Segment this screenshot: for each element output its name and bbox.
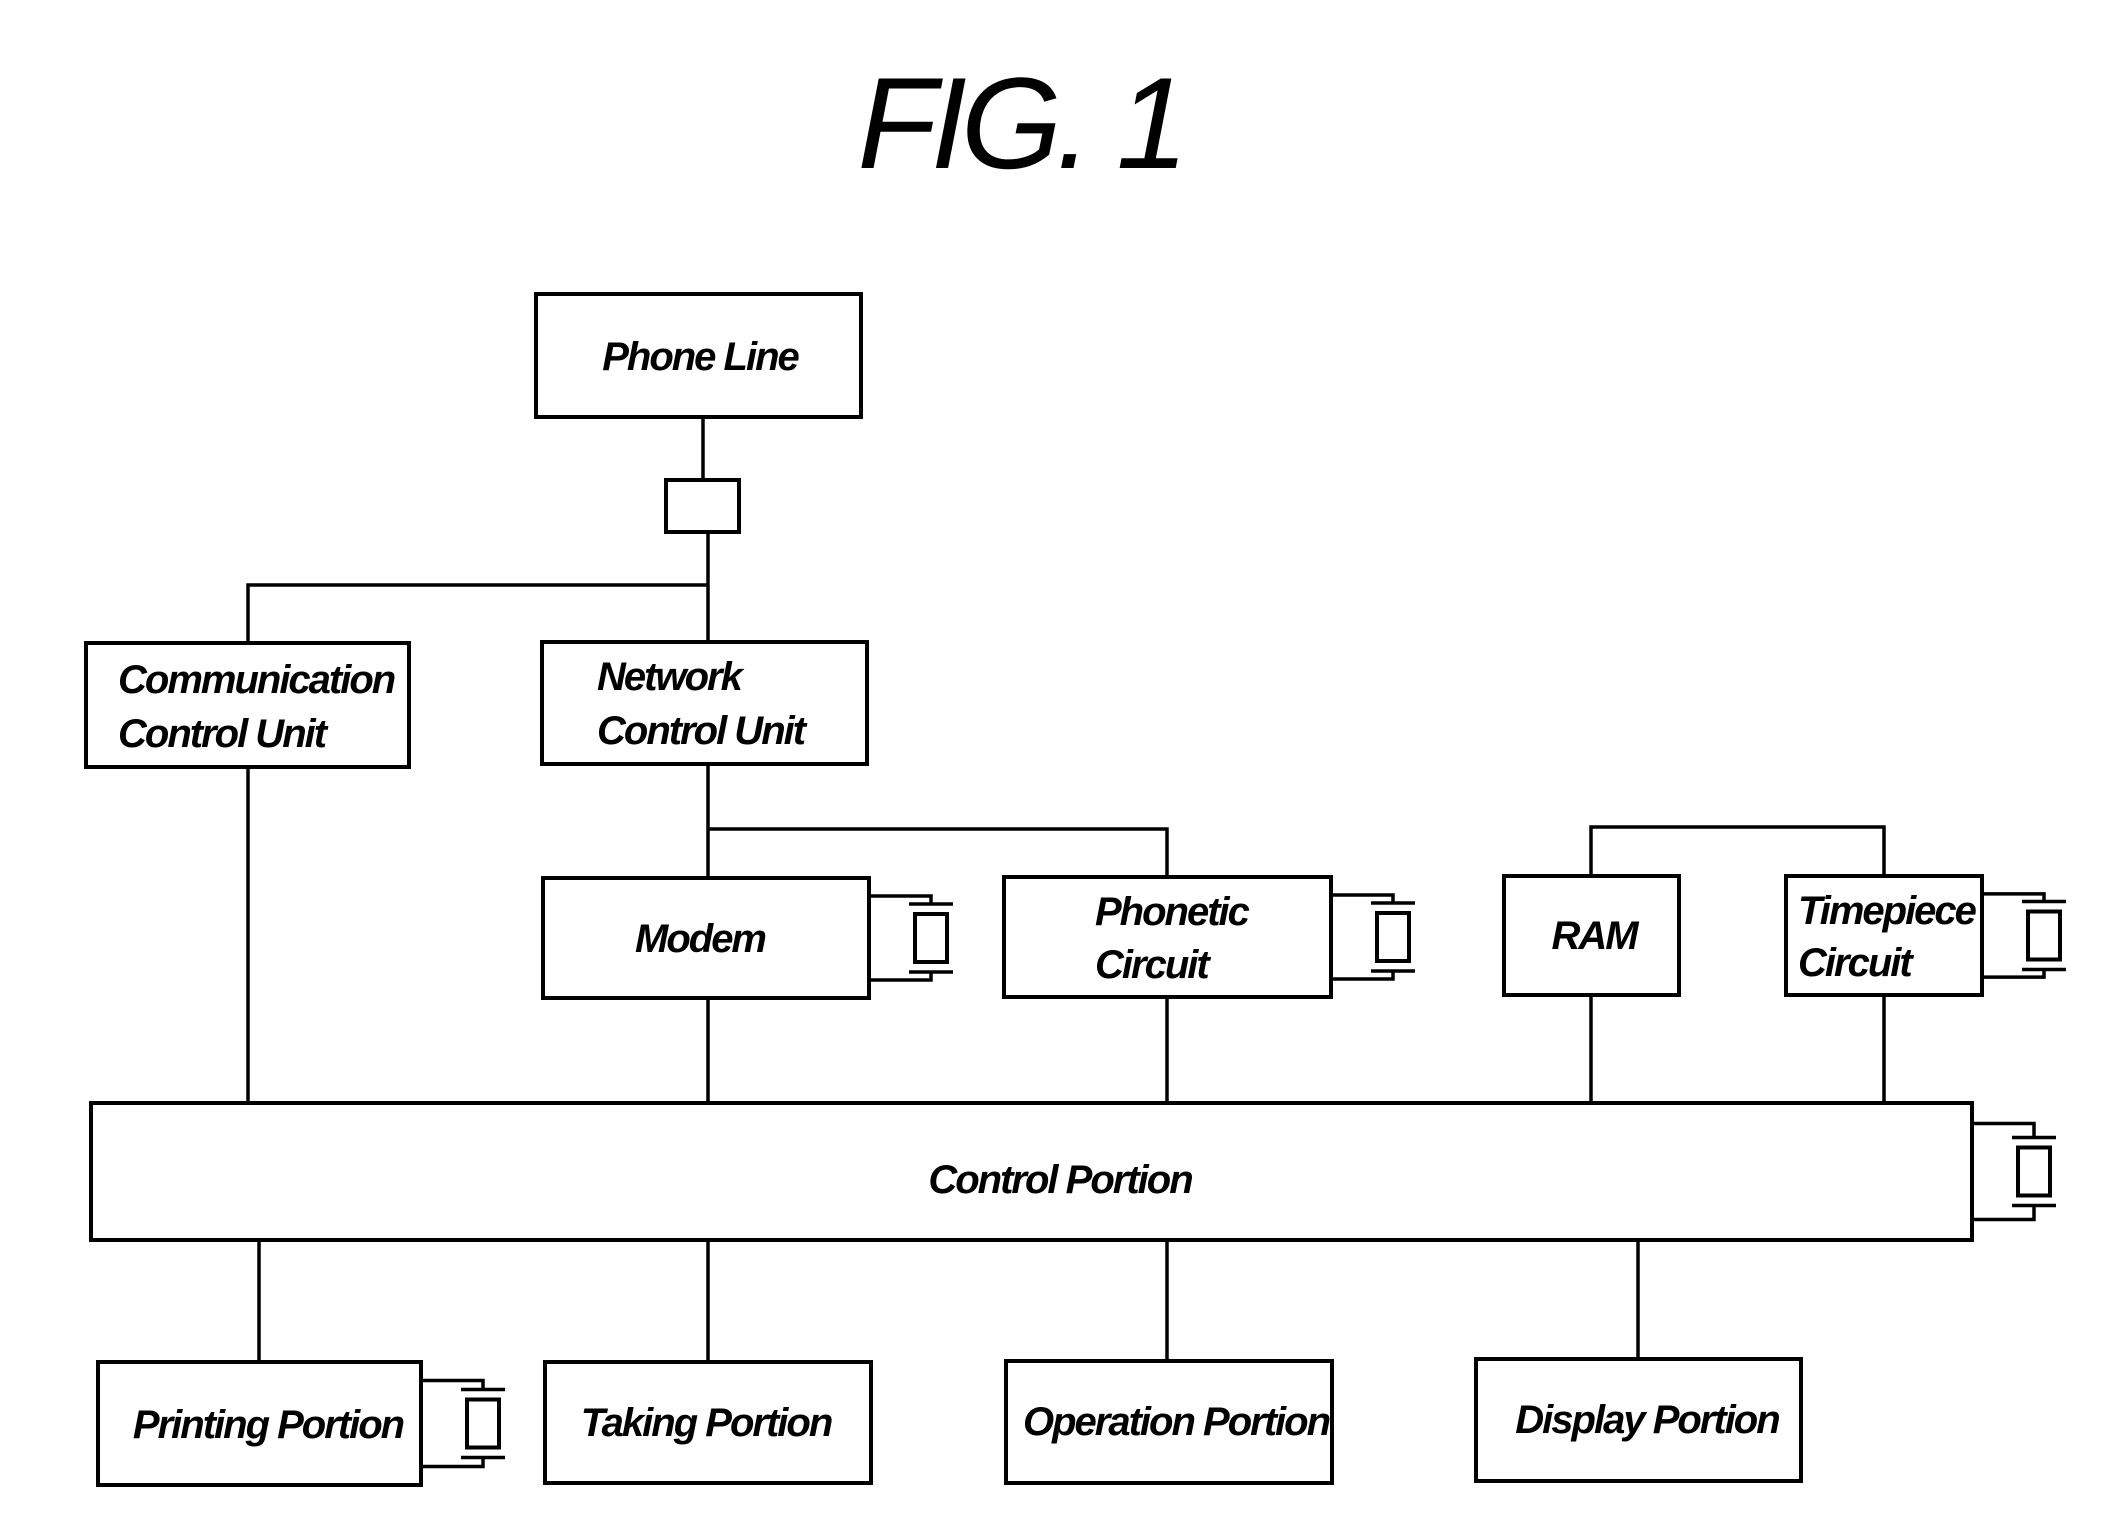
block-label: Control Portion [928,1158,1192,1202]
connection-wire [708,827,1169,877]
block-label: Communication [118,658,395,702]
block-line-connector [664,478,741,534]
connection-wire [1589,825,1886,876]
block-frame [664,478,741,534]
block-label: Control Unit [118,712,329,756]
block-phonetic-circuit: Phonetic Circuit [1002,875,1333,999]
block-printing-portion: Printing Portion [96,1360,423,1487]
block-label: Network [597,655,745,699]
crystal-oscillator-icon [869,894,953,982]
crystal-oscillator-icon [1331,893,1415,981]
block-operation-portion: Operation Portion [1004,1359,1334,1485]
crystal-oscillator-icon [1972,1121,2056,1222]
block-display-portion: Display Portion [1474,1357,1803,1483]
block-ram: RAM [1502,874,1681,997]
block-modem: Modem [541,876,871,1000]
block-control-portion: Control Portion [89,1101,1974,1242]
block-phone-line: Phone Line [534,292,863,419]
block-diagram: FIG. 1 Phone Line Communication Control Un… [84,50,2066,1487]
block-taking-portion: Taking Portion [543,1360,873,1485]
block-label: Phone Line [602,335,799,379]
block-label: Taking Portion [581,1401,832,1445]
figure-title: FIG. 1 [857,50,1182,196]
block-label: RAM [1551,914,1640,958]
block-label: Printing Portion [133,1403,404,1447]
blocks: Phone LineCommunicationControl UnitNetwo… [84,292,1984,1487]
block-label: Timepiece [1798,889,1977,933]
crystal-oscillator-icon [1982,892,2066,979]
block-label: Control Unit [597,709,808,753]
block-label: Circuit [1095,943,1211,987]
connection-wire [246,583,708,643]
block-timepiece-circuit: Timepiece Circuit [1784,874,1984,997]
block-network-control-unit: Network Control Unit [540,640,869,766]
block-label: Display Portion [1515,1398,1779,1442]
crystal-oscillator-icon [421,1378,505,1469]
block-label: Modem [635,917,765,961]
block-label: Circuit [1798,941,1914,985]
block-label: Operation Portion [1023,1400,1330,1444]
block-label: Phonetic [1095,890,1250,934]
block-communication-control-unit: Communication Control Unit [84,641,411,769]
